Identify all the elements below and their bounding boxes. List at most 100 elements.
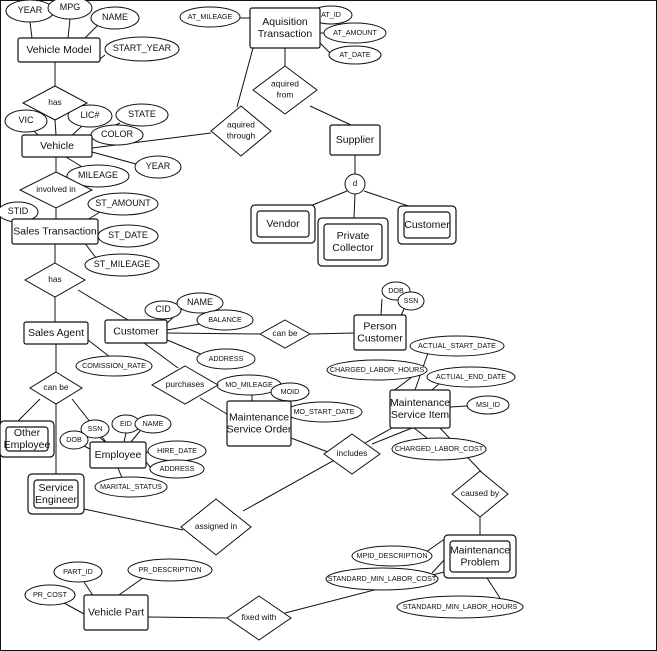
entity-private_collector[interactable]: Private Collector bbox=[317, 217, 389, 267]
attribute-label: PR_COST bbox=[33, 590, 68, 599]
attribute-vm_start_year[interactable]: START_YEAR bbox=[104, 36, 180, 62]
attribute-at_mileage[interactable]: AT_MILEAGE bbox=[179, 6, 241, 28]
entity-customer_sub[interactable]: Customer bbox=[397, 205, 457, 245]
relationship-can_be_customer[interactable]: can be bbox=[258, 319, 312, 349]
relationship-fixed_with[interactable]: fixed with bbox=[226, 595, 292, 641]
edge-can_be_employee-to-other_employee bbox=[17, 398, 41, 422]
attribute-st_date[interactable]: ST_DATE bbox=[97, 224, 159, 248]
attribute-vm_mpg[interactable]: MPG bbox=[47, 0, 93, 20]
attribute-mo_start_date[interactable]: MO_START_DATE bbox=[285, 401, 363, 423]
entity-vendor[interactable]: Vendor bbox=[250, 204, 316, 244]
attribute-label: SSN bbox=[88, 424, 103, 433]
attribute-v_color[interactable]: COLOR bbox=[90, 124, 144, 146]
attribute-vp_cost[interactable]: PR_COST bbox=[24, 584, 76, 606]
attribute-st_mileage[interactable]: ST_MILEAGE bbox=[84, 253, 160, 277]
attribute-v_year[interactable]: YEAR bbox=[134, 155, 182, 179]
attribute-v_vic[interactable]: VIC bbox=[4, 109, 48, 133]
entity-supplier[interactable]: Supplier bbox=[329, 124, 381, 156]
attribute-vp_part_id[interactable]: PART_ID bbox=[53, 561, 103, 583]
attribute-msi_id[interactable]: MSI_ID bbox=[466, 395, 510, 415]
attribute-at_amount[interactable]: AT_AMOUNT bbox=[323, 22, 387, 44]
relationship-label: involved in bbox=[36, 184, 76, 194]
attribute-e_hire_date[interactable]: HIRE_DATE bbox=[147, 440, 207, 462]
edge-pc_dob-to-person_customer bbox=[380, 298, 383, 316]
attribute-mp_min_cost[interactable]: STANDARD_MIN_LABOR_COST bbox=[325, 567, 439, 591]
specialization-layer: d bbox=[344, 173, 366, 195]
relationship-label: can be bbox=[43, 382, 68, 392]
attribute-e_dob[interactable]: DOB bbox=[59, 430, 89, 450]
entity-label: Private Collector bbox=[332, 230, 374, 254]
entity-vehicle_part[interactable]: Vehicle Part bbox=[83, 594, 149, 631]
attribute-mp_min_hours[interactable]: STANDARD_MIN_LABOR_HOURS bbox=[396, 595, 524, 619]
attribute-e_marital[interactable]: MARITAL_STATUS bbox=[94, 476, 168, 498]
attribute-label: START_YEAR bbox=[113, 43, 172, 53]
attribute-msi_start[interactable]: ACTUAL_START_DATE bbox=[409, 335, 505, 357]
attribute-sa_commission[interactable]: COMISSION_RATE bbox=[75, 355, 153, 377]
relationship-aquired_through[interactable]: aquired through bbox=[210, 105, 272, 157]
entity-maint_problem[interactable]: Maintenance Problem bbox=[443, 534, 517, 579]
attribute-c_address[interactable]: ADDRESS bbox=[196, 348, 256, 370]
attribute-vm_year[interactable]: YEAR bbox=[5, 0, 55, 23]
edge-has_model_vehicle-to-vehicle bbox=[54, 119, 57, 136]
relationship-label: fixed with bbox=[242, 612, 277, 622]
attribute-v_state[interactable]: STATE bbox=[115, 103, 169, 127]
entity-employee[interactable]: Employee bbox=[89, 441, 147, 469]
attribute-label: AT_MILEAGE bbox=[188, 12, 233, 21]
attribute-msi_end[interactable]: ACTUAL_END_DATE bbox=[426, 366, 516, 388]
edge-can_be_customer-to-person_customer bbox=[309, 332, 355, 335]
attribute-label: AT_DATE bbox=[339, 50, 370, 59]
entity-vehicle[interactable]: Vehicle bbox=[21, 134, 93, 158]
attribute-label: STANDARD_MIN_LABOR_HOURS bbox=[403, 602, 518, 611]
specialization-supplier_d[interactable]: d bbox=[344, 173, 366, 195]
attribute-label: HIRE_DATE bbox=[157, 446, 197, 455]
relationship-has_sales_agent[interactable]: has bbox=[23, 262, 87, 298]
entity-sales_transaction[interactable]: Sales Transaction bbox=[11, 218, 99, 245]
entity-vehicle_model[interactable]: Vehicle Model bbox=[17, 37, 101, 63]
attribute-label: MOID bbox=[281, 387, 300, 396]
attribute-e_address[interactable]: ADDRESS bbox=[149, 459, 205, 479]
attribute-label: ACTUAL_START_DATE bbox=[418, 341, 496, 350]
entity-maint_service_item[interactable]: Maintenance Service Item bbox=[389, 389, 451, 429]
attribute-label: ADDRESS bbox=[209, 354, 244, 363]
entity-person_customer[interactable]: Person Customer bbox=[353, 314, 407, 351]
relationship-label: caused by bbox=[461, 488, 500, 498]
attribute-st_amount[interactable]: ST_AMOUNT bbox=[87, 192, 159, 216]
entity-aquisition_tx[interactable]: Aquisition Transaction bbox=[249, 7, 321, 49]
attribute-mo_id[interactable]: MOID bbox=[270, 382, 310, 402]
attribute-label: AT_ID bbox=[321, 10, 341, 19]
attribute-label: NAME bbox=[143, 419, 164, 428]
attribute-label: SSN bbox=[404, 296, 419, 305]
edge-customer-to-can_be_customer bbox=[166, 332, 261, 335]
attribute-label: STANDARD_MIN_LABOR_COST bbox=[328, 574, 437, 583]
attribute-pc_ssn[interactable]: SSN bbox=[397, 291, 425, 311]
attribute-at_date[interactable]: AT_DATE bbox=[328, 45, 382, 65]
relationship-purchases[interactable]: purchases bbox=[150, 365, 220, 405]
entity-label: Service Engineer bbox=[35, 482, 78, 506]
entity-other_employee[interactable]: Other Employee bbox=[0, 420, 55, 458]
attribute-msi_hours[interactable]: CHARGED_LABOR_HOURS bbox=[326, 359, 428, 381]
relationship-includes[interactable]: includes bbox=[323, 433, 381, 475]
entity-label: Supplier bbox=[336, 134, 375, 146]
entity-sales_agent[interactable]: Sales Agent bbox=[23, 321, 89, 345]
attribute-mp_desc[interactable]: MPID_DESCRIPTION bbox=[351, 545, 433, 567]
attribute-label: CID bbox=[155, 304, 171, 314]
attribute-e_name[interactable]: NAME bbox=[134, 414, 172, 434]
relationship-label: has bbox=[48, 97, 62, 107]
attribute-vm_name[interactable]: NAME bbox=[90, 6, 140, 30]
relationship-caused_by[interactable]: caused by bbox=[451, 470, 509, 518]
attribute-label: PART_ID bbox=[63, 567, 93, 576]
relationship-can_be_employee[interactable]: can be bbox=[29, 371, 83, 405]
entity-maint_service_order[interactable]: Maintenance Service Order bbox=[226, 400, 292, 447]
attribute-label: EID bbox=[120, 419, 132, 428]
attribute-msi_cost[interactable]: CHARGED_LABOR_COST bbox=[391, 437, 487, 461]
entity-customer[interactable]: Customer bbox=[104, 319, 168, 344]
relationship-aquired_from[interactable]: aquired from bbox=[252, 65, 318, 115]
edge-vp_cost-to-vehicle_part bbox=[63, 602, 87, 616]
entity-service_engineer[interactable]: Service Engineer bbox=[27, 473, 85, 515]
edge-vm_name-to-vehicle_model bbox=[83, 24, 99, 40]
attribute-c_balance[interactable]: BALANCE bbox=[196, 309, 254, 331]
attribute-vp_desc[interactable]: PR_DESCRIPTION bbox=[127, 558, 213, 582]
attribute-label: DOB bbox=[66, 435, 82, 444]
attribute-c_cid[interactable]: CID bbox=[144, 300, 182, 320]
relationship-assigned_in[interactable]: assigned in bbox=[180, 498, 252, 556]
